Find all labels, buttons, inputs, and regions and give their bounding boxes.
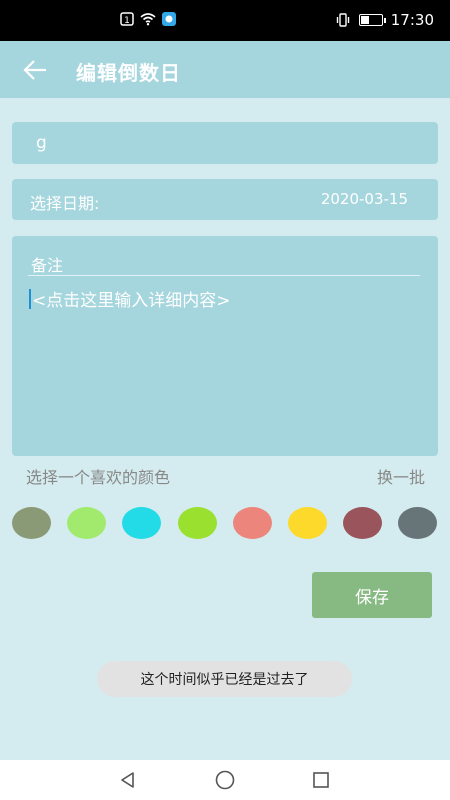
color-swatch[interactable]	[343, 507, 382, 539]
wifi-icon	[140, 13, 156, 26]
color-swatches	[12, 507, 438, 539]
status-icons-left: 1	[120, 12, 176, 26]
date-picker-row[interactable]: 选择日期: 2020-03-15	[12, 179, 438, 220]
note-box[interactable]: 备注 <点击这里输入详细内容>	[12, 236, 438, 456]
color-swatch[interactable]	[398, 507, 437, 539]
note-placeholder: <点击这里输入详细内容>	[32, 291, 231, 311]
color-picker-label: 选择一个喜欢的颜色	[26, 468, 171, 487]
refresh-colors-button[interactable]: 换一批	[377, 464, 425, 488]
notification-icon: 1	[120, 12, 134, 26]
vibrate-icon	[336, 13, 349, 27]
date-value: 2020-03-15	[320, 190, 408, 208]
status-icons-right: 17:30	[335, 11, 434, 29]
color-swatch[interactable]	[122, 507, 161, 539]
note-title: 备注	[31, 256, 64, 275]
note-input[interactable]: <点击这里输入详细内容>	[29, 286, 231, 311]
status-time: 17:30	[390, 11, 434, 29]
nav-back-button[interactable]	[116, 768, 140, 792]
recents-square-icon	[313, 772, 329, 788]
battery-level	[360, 16, 370, 24]
back-button[interactable]	[18, 53, 52, 87]
back-triangle-icon	[121, 772, 134, 788]
text-cursor	[29, 288, 31, 309]
name-input[interactable]: g	[12, 122, 438, 164]
arrow-left-icon	[23, 60, 46, 80]
note-divider	[28, 275, 420, 276]
system-nav-bar	[0, 760, 450, 800]
date-label: 选择日期:	[30, 194, 100, 213]
color-swatch[interactable]	[67, 507, 106, 539]
home-circle-icon	[215, 770, 235, 790]
app-badge-icon	[162, 12, 176, 26]
status-bar: 1 17:30	[0, 0, 450, 41]
color-swatch[interactable]	[288, 507, 327, 539]
battery-icon	[358, 14, 386, 26]
app-bar: 编辑倒数日	[0, 41, 450, 98]
color-swatch[interactable]	[178, 507, 217, 539]
nav-recents-button[interactable]	[309, 768, 333, 792]
save-button[interactable]: 保存	[312, 572, 432, 618]
nav-home-button[interactable]	[213, 768, 237, 792]
svg-text:1: 1	[124, 16, 130, 26]
page-title: 编辑倒数日	[76, 61, 181, 85]
color-swatch[interactable]	[12, 507, 51, 539]
color-swatch[interactable]	[233, 507, 272, 539]
toast-message: 这个时间似乎已经是过去了	[97, 661, 352, 697]
